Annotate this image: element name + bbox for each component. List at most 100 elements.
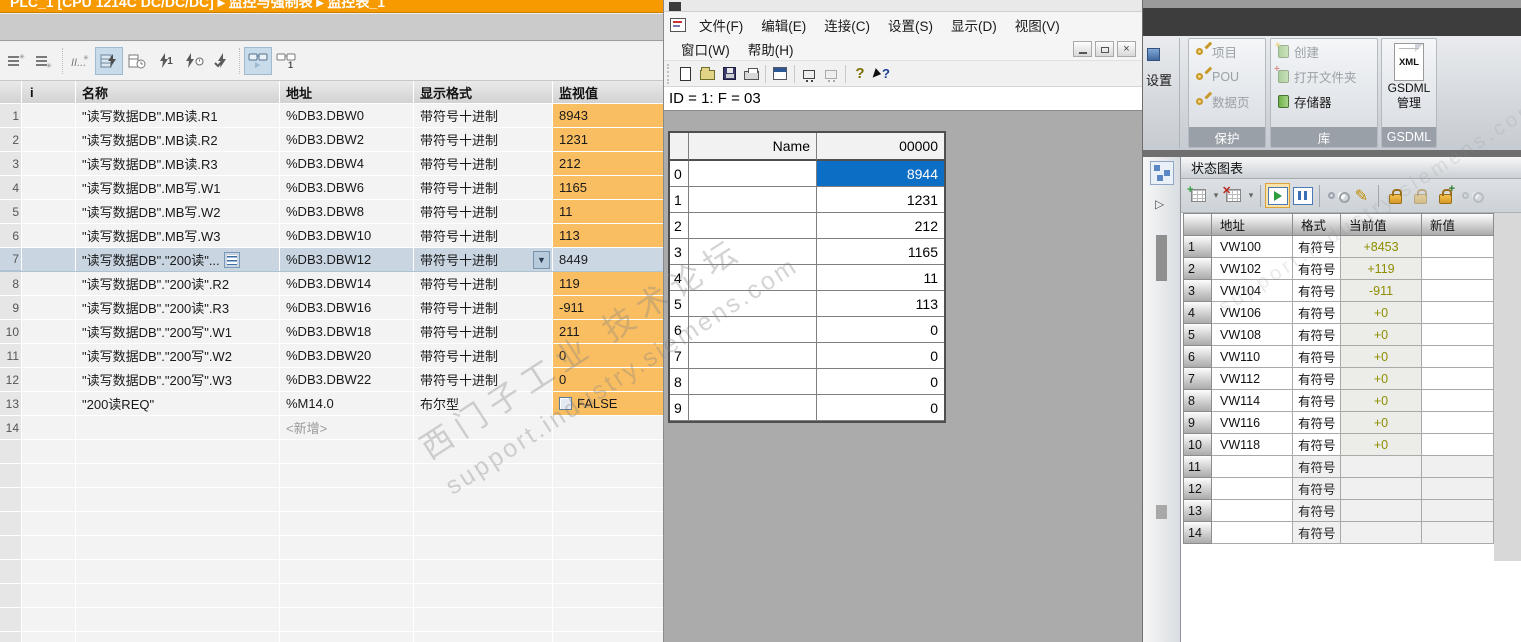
cell-monitor-value[interactable]: 119 — [553, 272, 663, 295]
status-row[interactable]: 9 VW116 有符号 +0 — [1183, 412, 1494, 434]
cell-name[interactable]: "读写数据DB"."200读".R2 — [76, 272, 280, 295]
new-file-icon[interactable] — [674, 63, 696, 85]
cell-address[interactable]: %DB3.DBW8 — [280, 200, 414, 223]
cell-format[interactable]: 布尔型 — [414, 392, 553, 415]
insert-row-icon[interactable]: ✳ — [2, 47, 30, 75]
empty-row[interactable] — [0, 488, 664, 512]
status-row[interactable]: 6 VW110 有符号 +0 — [1183, 346, 1494, 368]
menu-file[interactable]: 文件(F) — [690, 13, 752, 37]
context-help-icon[interactable]: ? — [871, 63, 893, 85]
grid-row[interactable]: 90 — [670, 395, 944, 421]
add-row-icon[interactable]: ✳ — [30, 47, 58, 75]
cell-monitor-value[interactable]: 8943 — [553, 104, 663, 127]
cell-format[interactable]: 带符号十进制 — [414, 368, 553, 391]
close-button[interactable]: × — [1117, 41, 1136, 57]
status-row[interactable]: 8 VW114 有符号 +0 — [1183, 390, 1494, 412]
grid-row[interactable]: 4 11 — [670, 265, 944, 291]
cell-new-value[interactable] — [1422, 500, 1494, 522]
cell-format[interactable]: 有符号 — [1293, 456, 1341, 478]
cell-address[interactable]: VW110 — [1212, 346, 1293, 368]
cell-address[interactable]: %DB3.DBW6 — [280, 176, 414, 199]
cell-format[interactable]: 带符号十进制 — [414, 320, 553, 343]
cell-address[interactable]: %DB3.DBW16 — [280, 296, 414, 319]
grid-row[interactable]: 80 — [670, 369, 944, 395]
cell-address[interactable]: VW108 — [1212, 324, 1293, 346]
cell-format[interactable]: 带符号十进制 — [414, 104, 553, 127]
status-row[interactable]: 5 VW108 有符号 +0 — [1183, 324, 1494, 346]
table-row-selected[interactable]: 7 "读写数据DB"."200读"... %DB3.DBW12 带符号十进制 ▼ … — [0, 248, 664, 272]
cell-value-selected[interactable]: 8944 — [817, 161, 944, 187]
monitor-all-icon[interactable] — [95, 47, 123, 75]
save-icon[interactable] — [718, 63, 740, 85]
col-address[interactable]: 地址 — [1212, 213, 1293, 236]
cell-format[interactable]: 有符号 — [1293, 390, 1341, 412]
cell-name[interactable] — [689, 343, 817, 369]
cell-new-value[interactable] — [1422, 368, 1494, 390]
cell-format[interactable]: 有符号 — [1293, 368, 1341, 390]
cell-format[interactable]: 有符号 — [1293, 258, 1341, 280]
help-icon[interactable]: ? — [849, 63, 871, 85]
col-current[interactable]: 当前值 — [1341, 213, 1422, 236]
cell-value[interactable]: 0 — [817, 343, 944, 369]
force-icon[interactable] — [1383, 183, 1408, 208]
cell-name[interactable]: "读写数据DB"."200读"... — [76, 248, 280, 271]
col-name[interactable]: 名称 — [76, 81, 280, 103]
cell-value[interactable]: 0 — [817, 395, 944, 421]
cell-format[interactable]: 有符号 — [1293, 500, 1341, 522]
col-name-header[interactable]: Name — [689, 133, 817, 161]
table-row[interactable]: 8 "读写数据DB"."200读".R2 %DB3.DBW14 带符号十进制 119 — [0, 272, 664, 296]
table-row[interactable]: 4 "读写数据DB".MB写.W1 %DB3.DBW6 带符号十进制 1165 — [0, 176, 664, 200]
ribbon-item-open-folder[interactable]: 打开文件夹 — [1271, 64, 1377, 89]
window-titlebar[interactable] — [664, 0, 1142, 12]
cell-address[interactable] — [1212, 522, 1293, 544]
menu-help[interactable]: 帮助(H) — [739, 37, 803, 61]
status-row[interactable]: 7 VW112 有符号 +0 — [1183, 368, 1494, 390]
empty-row[interactable] — [0, 536, 664, 560]
menu-edit[interactable]: 编辑(E) — [752, 13, 815, 37]
edit-icon[interactable]: ✎ — [1349, 183, 1374, 208]
minimize-button[interactable] — [1073, 41, 1092, 57]
col-register-header[interactable]: 00000 — [817, 133, 944, 161]
status-row[interactable]: 2 VW102 有符号 +119 — [1183, 258, 1494, 280]
ribbon-item-create[interactable]: 创建 — [1271, 39, 1377, 64]
cell-name[interactable]: "200读REQ" — [76, 392, 280, 415]
ribbon-item-datapage[interactable]: 数据页 — [1189, 89, 1265, 114]
grid-row[interactable]: 3 1165 — [670, 239, 944, 265]
cell-format[interactable]: 带符号十进制 — [414, 272, 553, 295]
col-format[interactable]: 显示格式 — [414, 81, 553, 103]
cell-name[interactable]: "读写数据DB".MB读.R1 — [76, 104, 280, 127]
cell-monitor-value[interactable]: 8449 — [553, 248, 663, 271]
watch-all-icon[interactable] — [244, 47, 272, 75]
cell-name[interactable] — [689, 317, 817, 343]
table-row[interactable]: 13 "200读REQ" %M14.0 布尔型 FALSE — [0, 392, 664, 416]
empty-row[interactable] — [0, 464, 664, 488]
cell-format[interactable]: 有符号 — [1293, 280, 1341, 302]
cell-format[interactable]: 带符号十进制 ▼ — [414, 248, 553, 271]
chart-status-on-icon[interactable] — [1265, 183, 1290, 208]
cell-address[interactable] — [1212, 500, 1293, 522]
cell-name[interactable] — [689, 213, 817, 239]
cell-address[interactable]: %DB3.DBW2 — [280, 128, 414, 151]
settings-label[interactable]: 设置 — [1146, 70, 1172, 89]
cell-new-value[interactable] — [1422, 412, 1494, 434]
connect-icon[interactable] — [798, 63, 820, 85]
cell-name[interactable] — [689, 239, 817, 265]
cell-new-value[interactable] — [1422, 258, 1494, 280]
cell-format[interactable]: 带符号十进制 — [414, 152, 553, 175]
cell-address[interactable] — [1212, 478, 1293, 500]
cell-format[interactable]: 带符号十进制 — [414, 344, 553, 367]
gsdml-manage-label[interactable]: GSDML 管理 — [1382, 81, 1436, 111]
cell-format[interactable]: 有符号 — [1293, 522, 1341, 544]
find-icon[interactable] — [1324, 183, 1350, 208]
cell-address[interactable]: %DB3.DBW4 — [280, 152, 414, 175]
watch-once-icon[interactable]: 1 — [272, 47, 300, 75]
force-new-icon[interactable] — [1433, 183, 1458, 208]
table-row[interactable]: 2 "读写数据DB".MB读.R2 %DB3.DBW2 带符号十进制 1231 — [0, 128, 664, 152]
disconnect-icon[interactable] — [820, 63, 842, 85]
table-row-new[interactable]: 14 <新增> — [0, 416, 664, 440]
cell-new-value[interactable] — [1422, 434, 1494, 456]
chart-pause-icon[interactable] — [1290, 183, 1315, 208]
cell-address[interactable]: VW106 — [1212, 302, 1293, 324]
cell-value[interactable]: 1231 — [817, 187, 944, 213]
status-row[interactable]: 12 有符号 — [1183, 478, 1494, 500]
